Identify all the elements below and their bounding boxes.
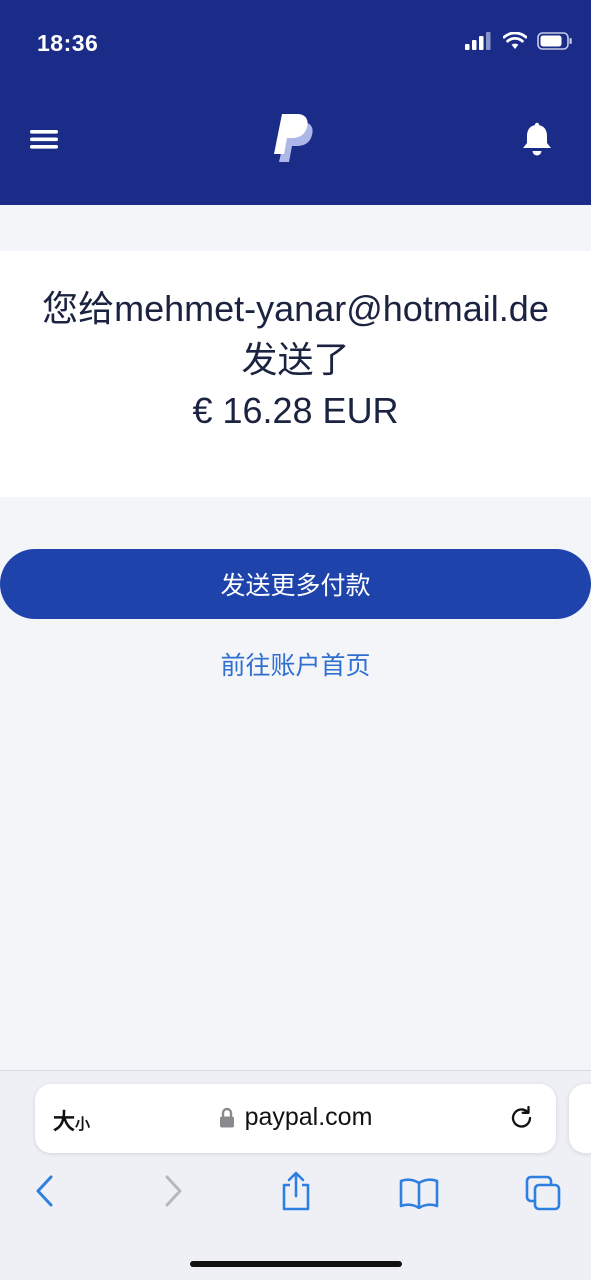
send-more-payments-button[interactable]: 发送更多付款 [0,549,591,619]
tabs-icon[interactable] [524,1174,562,1212]
status-time: 18:36 [37,30,99,56]
confirmation-message-block: 您给mehmet-yanar@hotmail.de发送了 € 16.28 EUR [40,283,551,436]
payment-confirmation-card: 您给mehmet-yanar@hotmail.de发送了 € 16.28 EUR [0,251,591,497]
bell-icon[interactable] [520,122,554,158]
address-bar[interactable]: 大小 paypal.com [35,1084,556,1153]
payment-amount: € 16.28 EUR [192,390,399,431]
reload-icon[interactable] [508,1104,536,1132]
share-icon[interactable] [279,1170,313,1212]
wifi-icon [503,32,527,49]
forward-icon[interactable] [160,1174,186,1208]
url-text: paypal.com [244,1103,373,1131]
status-icons [465,32,573,50]
paypal-logo[interactable] [274,112,320,166]
url-display[interactable]: paypal.com [35,1103,556,1132]
battery-icon [537,32,572,50]
hamburger-menu-icon[interactable] [28,124,62,154]
next-tab-address-bar[interactable] [569,1084,591,1153]
lock-icon [219,1107,234,1127]
back-icon[interactable] [32,1174,58,1208]
app-header: 18:36 [0,0,591,205]
confirmation-message: 您给mehmet-yanar@hotmail.de发送了 [42,288,549,380]
home-indicator [190,1261,402,1267]
bookmarks-icon[interactable] [398,1177,440,1209]
go-to-account-home-link[interactable]: 前往账户首页 [0,646,591,682]
cellular-signal-icon [465,32,491,50]
